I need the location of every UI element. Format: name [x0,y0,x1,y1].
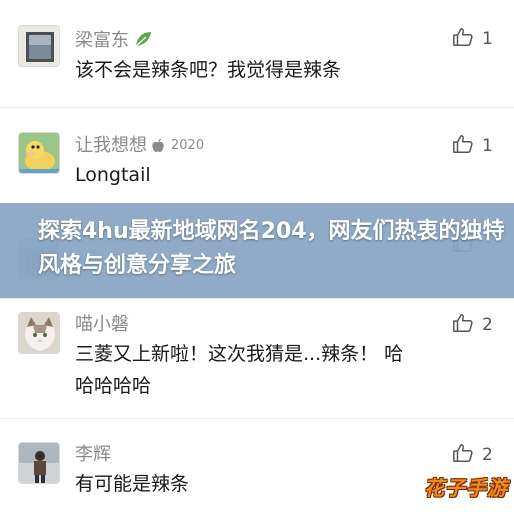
comment-text: 该不会是辣条吧？我觉得是辣条 [75,59,342,81]
like-button[interactable]: 2 [452,442,493,468]
banner-title: 探索4hu最新地域网名204，网友们热衷的独特风格与创意分享之旅 [38,219,505,278]
title-banner: 探索4hu最新地域网名204，网友们热衷的独特风格与创意分享之旅 [0,203,514,298]
apple-icon [151,138,165,159]
watermark-text: 花子手游 [424,475,508,500]
comment-item: 喵小磐 三菱又上新啦！这次我猜是...辣条！ 哈 哈哈哈哈 2 [0,298,514,408]
like-button[interactable]: 1 [452,26,493,52]
comment-text: 三菱又上新啦！这次我猜是...辣条！ 哈 [75,343,404,365]
comment-text: 有可能是辣条 [75,473,190,495]
thumbs-up-icon [452,442,474,468]
comment-item: 让我想想 2020 Longtail 1 [0,107,514,217]
username[interactable]: 让我想想 2020 [75,131,204,159]
thumbs-up-icon [452,26,474,52]
like-button[interactable]: 2 [452,312,493,338]
thumbs-up-icon [452,312,474,338]
like-count: 2 [482,315,493,335]
username[interactable]: 梁富东 [75,26,153,54]
like-count: 2 [482,445,493,465]
like-count: 1 [482,136,493,156]
like-count: 1 [482,29,493,49]
comment-text-line2: 哈哈哈哈 [75,375,152,397]
avatar[interactable] [18,132,60,174]
leaf-icon [133,29,153,54]
avatar[interactable] [18,312,60,354]
comment-text: Longtail [75,164,151,186]
avatar[interactable] [18,25,60,67]
avatar[interactable] [18,442,60,484]
username[interactable]: 喵小磐 [75,310,129,336]
watermark-logo: 花子手游 [420,470,512,502]
thumbs-up-icon [452,133,474,159]
badge: 2020 [171,138,205,153]
comment-item: 梁富东 该不会是辣条吧？我觉得是辣条 1 [0,0,514,110]
like-button[interactable]: 1 [452,133,493,159]
username[interactable]: 李辉 [75,440,111,466]
